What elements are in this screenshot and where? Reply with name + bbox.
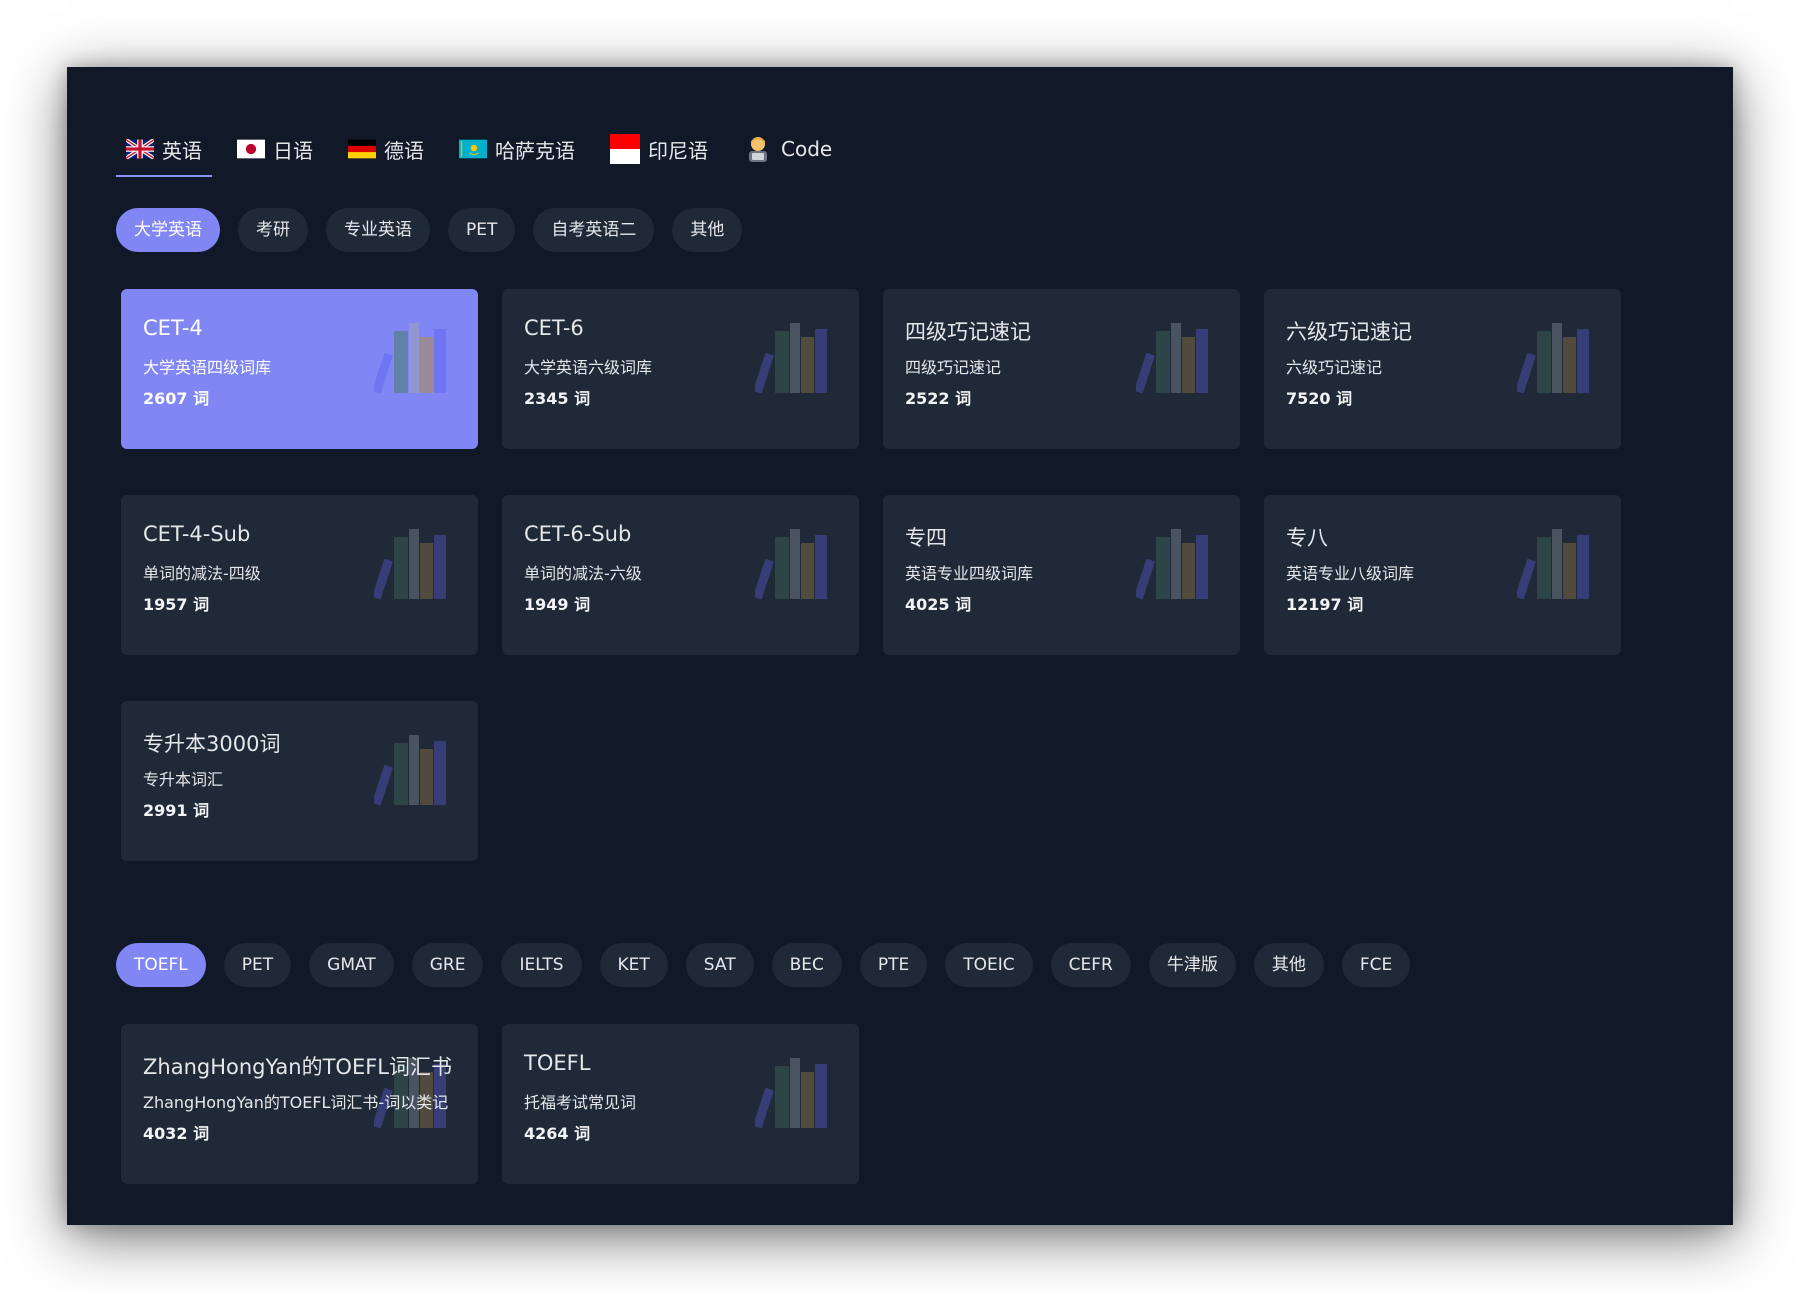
dictionary-card[interactable]: CET-6 大学英语六级词库 2345 词 (502, 289, 859, 449)
japan-flag-icon (237, 139, 265, 159)
card-word-count: 2522 词 (905, 389, 972, 408)
card-subtitle: 英语专业八级词库 (1286, 564, 1415, 583)
card-subtitle: 托福考试常见词 (524, 1093, 637, 1112)
books-icon (374, 735, 450, 807)
dictionary-card[interactable]: 六级巧记速记 六级巧记速记 7520 词 (1264, 289, 1621, 449)
card-subtitle: ZhangHongYan的TOEFL词汇书-词以类记 (143, 1093, 449, 1112)
card-word-count: 4032 词 (143, 1124, 210, 1143)
card-title: CET-6-Sub (524, 522, 632, 546)
filter-pill[interactable]: 大学英语 (116, 208, 220, 252)
filter-pill[interactable]: TOEIC (945, 943, 1033, 987)
books-icon (1517, 323, 1593, 395)
tab-label: 印尼语 (648, 138, 708, 163)
indonesia-flag-icon (610, 134, 640, 164)
kazakhstan-flag-icon (459, 139, 487, 159)
app-window: 英语 日语 德语 哈萨克语 印尼语 Code 大学英语 考研 专业英语 PET … (67, 67, 1733, 1225)
uk-flag-icon (126, 139, 154, 159)
filter-pill[interactable]: 牛津版 (1148, 943, 1236, 987)
tab-english[interactable]: 英语 (116, 129, 212, 177)
filter-pill[interactable]: IELTS (501, 943, 582, 987)
books-icon (755, 1058, 831, 1130)
tab-label: Code (781, 137, 833, 161)
card-title: 四级巧记速记 (905, 320, 1031, 344)
filter-pill[interactable]: TOEFL (116, 943, 206, 987)
card-title: 专八 (1286, 526, 1328, 550)
books-icon (374, 323, 450, 395)
card-title: ZhangHongYan的TOEFL词汇书 (143, 1055, 453, 1079)
filter-pill[interactable]: BEC (771, 943, 842, 987)
dictionary-card[interactable]: 专升本3000词 专升本词汇 2991 词 (121, 701, 478, 861)
filter-pill[interactable]: PTE (859, 943, 928, 987)
card-word-count: 1957 词 (143, 595, 210, 614)
filter-pill[interactable]: 其他 (1253, 943, 1324, 987)
filter-pill[interactable]: PET (448, 208, 516, 252)
filter-pill[interactable]: PET (223, 943, 292, 987)
books-icon (1517, 529, 1593, 601)
card-word-count: 12197 词 (1286, 595, 1364, 614)
dictionary-card[interactable]: 专四 英语专业四级词库 4025 词 (883, 495, 1240, 655)
exam-filter-row: TOEFL PET GMAT GRE IELTS KET SAT BEC PTE… (116, 943, 1428, 987)
card-subtitle: 英语专业四级词库 (905, 564, 1034, 583)
tab-label: 英语 (162, 138, 202, 163)
card-subtitle: 专升本词汇 (143, 770, 224, 789)
filter-pill[interactable]: 其他 (672, 208, 743, 252)
filter-pill[interactable]: KET (599, 943, 668, 987)
card-subtitle: 单词的减法-六级 (524, 564, 642, 583)
developer-emoji-icon (743, 134, 773, 164)
filter-pill[interactable]: FCE (1341, 943, 1411, 987)
dictionary-card[interactable]: 专八 英语专业八级词库 12197 词 (1264, 495, 1621, 655)
card-word-count: 4025 词 (905, 595, 972, 614)
card-word-count: 1949 词 (524, 595, 591, 614)
dictionary-card[interactable]: CET-4 大学英语四级词库 2607 词 (121, 289, 478, 449)
tab-japanese[interactable]: 日语 (227, 129, 323, 169)
card-title: CET-4-Sub (143, 522, 251, 546)
card-word-count: 2345 词 (524, 389, 591, 408)
filter-pill[interactable]: GRE (411, 943, 484, 987)
dictionary-card[interactable]: 四级巧记速记 四级巧记速记 2522 词 (883, 289, 1240, 449)
card-word-count: 4264 词 (524, 1124, 591, 1143)
card-word-count: 2607 词 (143, 389, 210, 408)
card-title: CET-6 (524, 316, 584, 340)
card-subtitle: 大学英语四级词库 (143, 358, 272, 377)
card-title: 专升本3000词 (143, 732, 281, 756)
dictionary-card[interactable]: ZhangHongYan的TOEFL词汇书 ZhangHongYan的TOEFL… (121, 1024, 478, 1184)
card-word-count: 7520 词 (1286, 389, 1353, 408)
dictionary-card[interactable]: CET-4-Sub 单词的减法-四级 1957 词 (121, 495, 478, 655)
books-icon (1136, 323, 1212, 395)
tab-label: 日语 (273, 138, 313, 163)
tab-label: 哈萨克语 (495, 138, 575, 163)
filter-pill[interactable]: 自考英语二 (533, 208, 655, 252)
tab-kazakh[interactable]: 哈萨克语 (449, 129, 585, 169)
card-subtitle: 单词的减法-四级 (143, 564, 261, 583)
filter-pill[interactable]: GMAT (309, 943, 394, 987)
filter-pill[interactable]: 考研 (238, 208, 308, 252)
books-icon (755, 323, 831, 395)
tab-german[interactable]: 德语 (338, 129, 434, 169)
filter-pill[interactable]: 专业英语 (326, 208, 430, 252)
language-tabs: 英语 日语 德语 哈萨克语 印尼语 Code (116, 129, 857, 177)
filter-pill[interactable]: SAT (685, 943, 754, 987)
tab-indonesian[interactable]: 印尼语 (600, 129, 718, 169)
category-filter-row: 大学英语 考研 专业英语 PET 自考英语二 其他 (116, 208, 760, 252)
books-icon (755, 529, 831, 601)
card-title: 专四 (905, 526, 947, 550)
germany-flag-icon (348, 139, 376, 159)
card-title: 六级巧记速记 (1286, 320, 1412, 344)
dictionary-card[interactable]: CET-6-Sub 单词的减法-六级 1949 词 (502, 495, 859, 655)
filter-pill[interactable]: CEFR (1050, 943, 1131, 987)
card-title: CET-4 (143, 316, 203, 340)
card-subtitle: 大学英语六级词库 (524, 358, 653, 377)
tab-code[interactable]: Code (733, 129, 842, 169)
card-title: TOEFL (524, 1051, 591, 1075)
card-subtitle: 六级巧记速记 (1286, 358, 1383, 377)
card-word-count: 2991 词 (143, 801, 210, 820)
books-icon (1136, 529, 1212, 601)
dictionary-card[interactable]: TOEFL 托福考试常见词 4264 词 (502, 1024, 859, 1184)
card-subtitle: 四级巧记速记 (905, 358, 1002, 377)
tab-label: 德语 (384, 138, 424, 163)
books-icon (374, 529, 450, 601)
